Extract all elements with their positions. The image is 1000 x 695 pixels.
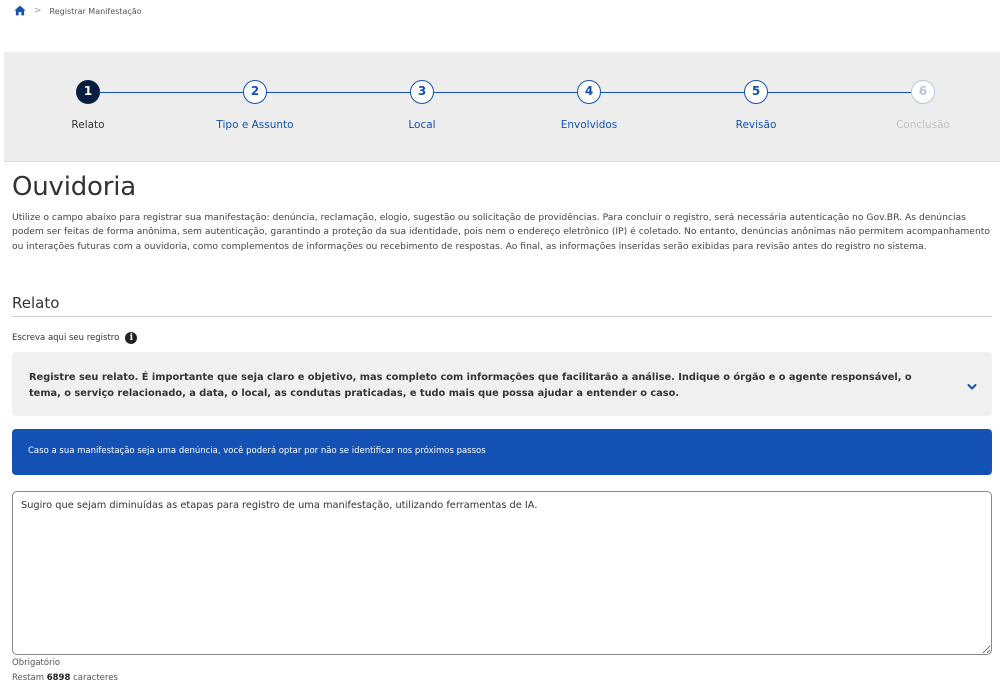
section-divider	[12, 316, 992, 317]
info-icon[interactable]: i	[125, 332, 138, 344]
remaining-count: 6898	[46, 673, 71, 683]
breadcrumb-separator: >	[34, 6, 42, 16]
field-label-text: Escreva aqui seu registro	[12, 333, 120, 343]
accordion-text: Registre seu relato. É importante que se…	[29, 372, 912, 399]
instructions-accordion[interactable]: Registre seu relato. É importante que se…	[12, 352, 992, 416]
step-label: Local	[408, 119, 436, 131]
step-label: Relato	[71, 119, 105, 131]
notice-text: Caso a sua manifestação seja uma denúnci…	[28, 446, 486, 456]
step-number: 2	[243, 80, 267, 104]
remaining-prefix: Restam	[12, 673, 45, 683]
step-number: 6	[911, 80, 935, 104]
step-local[interactable]: 3 Local	[362, 80, 482, 131]
remaining-suffix: caracteres	[73, 673, 118, 683]
home-icon[interactable]	[14, 5, 26, 17]
step-number: 5	[744, 80, 768, 104]
step-number: 3	[410, 80, 434, 104]
page-title: Ouvidoria	[12, 172, 137, 202]
section-title-relato: Relato	[12, 294, 60, 312]
relato-textarea[interactable]: Sugiro que sejam diminuídas as etapas pa…	[12, 491, 992, 655]
anonymous-notice: Caso a sua manifestação seja uma denúnci…	[12, 429, 992, 475]
step-label: Conclusão	[895, 119, 951, 131]
step-revisao[interactable]: 5 Revisão	[696, 80, 816, 131]
step-number: 1	[76, 80, 100, 104]
step-number: 4	[577, 80, 601, 104]
breadcrumb-current: Registrar Manifestação	[49, 6, 142, 16]
step-relato[interactable]: 1 Relato	[28, 80, 148, 131]
step-label: Envolvidos	[560, 119, 618, 131]
step-label: Revisão	[735, 119, 777, 131]
step-conclusao: 6 Conclusão	[863, 80, 983, 131]
remaining-characters: Restam 6898 caracteres	[12, 673, 118, 683]
stepper: 1 Relato 2 Tipo e Assunto 3 Local 4 Envo…	[4, 52, 1000, 162]
step-envolvidos[interactable]: 4 Envolvidos	[529, 80, 649, 131]
step-tipo-assunto[interactable]: 2 Tipo e Assunto	[195, 80, 315, 131]
breadcrumb: > Registrar Manifestação	[14, 5, 142, 17]
step-label: Tipo e Assunto	[216, 119, 294, 131]
required-hint: Obrigatório	[12, 658, 61, 668]
intro-text: Utilize o campo abaixo para registrar su…	[12, 212, 990, 252]
relato-field-label: Escreva aqui seu registro i	[12, 332, 138, 344]
chevron-down-icon[interactable]	[966, 378, 978, 390]
